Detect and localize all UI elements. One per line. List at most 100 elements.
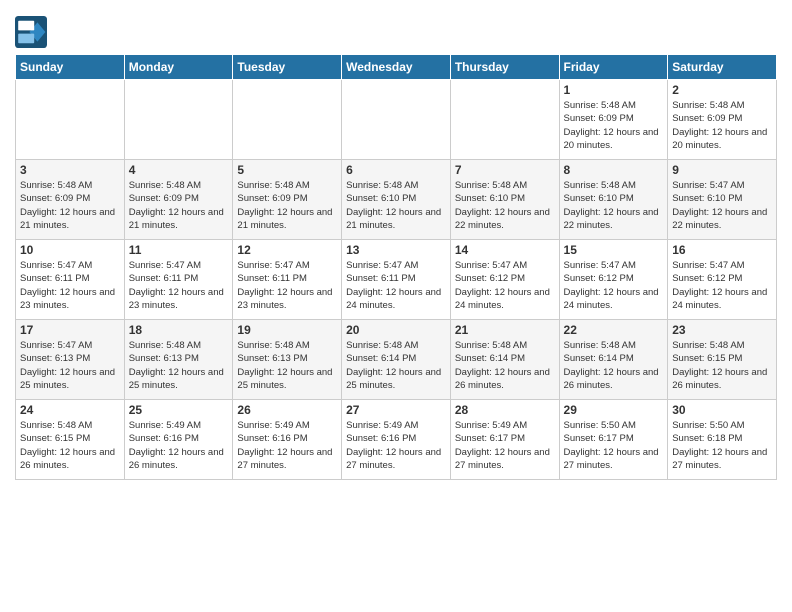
calendar-cell: 18 Sunrise: 5:48 AM Sunset: 6:13 PM Dayli… [124,320,233,400]
day-info: Sunrise: 5:47 AM Sunset: 6:13 PM Dayligh… [20,339,120,392]
calendar: SundayMondayTuesdayWednesdayThursdayFrid… [15,54,777,480]
calendar-cell: 29 Sunrise: 5:50 AM Sunset: 6:17 PM Dayli… [559,400,668,480]
calendar-header: SundayMondayTuesdayWednesdayThursdayFrid… [16,55,777,80]
calendar-cell: 13 Sunrise: 5:47 AM Sunset: 6:11 PM Dayli… [342,240,451,320]
day-number: 18 [129,323,229,337]
logo [15,16,51,48]
calendar-cell: 12 Sunrise: 5:47 AM Sunset: 6:11 PM Dayli… [233,240,342,320]
day-info: Sunrise: 5:48 AM Sunset: 6:09 PM Dayligh… [237,179,337,232]
calendar-cell: 7 Sunrise: 5:48 AM Sunset: 6:10 PM Daylig… [450,160,559,240]
calendar-week-row: 24 Sunrise: 5:48 AM Sunset: 6:15 PM Dayli… [16,400,777,480]
day-number: 9 [672,163,772,177]
weekday-header: Friday [559,55,668,80]
weekday-header: Tuesday [233,55,342,80]
day-number: 27 [346,403,446,417]
day-info: Sunrise: 5:48 AM Sunset: 6:09 PM Dayligh… [129,179,229,232]
calendar-cell [342,80,451,160]
day-info: Sunrise: 5:48 AM Sunset: 6:09 PM Dayligh… [672,99,772,152]
day-number: 12 [237,243,337,257]
day-info: Sunrise: 5:47 AM Sunset: 6:11 PM Dayligh… [346,259,446,312]
day-info: Sunrise: 5:48 AM Sunset: 6:14 PM Dayligh… [564,339,664,392]
calendar-cell: 19Sunrise: 5:48 AM Sunset: 6:13 PM Dayli… [233,320,342,400]
calendar-cell: 15 Sunrise: 5:47 AM Sunset: 6:12 PM Dayli… [559,240,668,320]
calendar-cell: 17 Sunrise: 5:47 AM Sunset: 6:13 PM Dayli… [16,320,125,400]
day-info: Sunrise: 5:50 AM Sunset: 6:18 PM Dayligh… [672,419,772,472]
day-number: 10 [20,243,120,257]
calendar-cell: 5 Sunrise: 5:48 AM Sunset: 6:09 PM Daylig… [233,160,342,240]
day-info: Sunrise: 5:48 AM Sunset: 6:14 PM Dayligh… [346,339,446,392]
weekday-header: Monday [124,55,233,80]
day-number: 3 [20,163,120,177]
day-info: Sunrise: 5:48 AM Sunset: 6:15 PM Dayligh… [20,419,120,472]
calendar-cell: 1Sunrise: 5:48 AM Sunset: 6:09 PM Daylig… [559,80,668,160]
calendar-cell [124,80,233,160]
calendar-cell: 21Sunrise: 5:48 AM Sunset: 6:14 PM Dayli… [450,320,559,400]
day-info: Sunrise: 5:47 AM Sunset: 6:11 PM Dayligh… [237,259,337,312]
calendar-cell: 4Sunrise: 5:48 AM Sunset: 6:09 PM Daylig… [124,160,233,240]
calendar-cell: 22 Sunrise: 5:48 AM Sunset: 6:14 PM Dayli… [559,320,668,400]
day-info: Sunrise: 5:49 AM Sunset: 6:16 PM Dayligh… [346,419,446,472]
calendar-week-row: 3 Sunrise: 5:48 AM Sunset: 6:09 PM Daylig… [16,160,777,240]
day-info: Sunrise: 5:47 AM Sunset: 6:12 PM Dayligh… [564,259,664,312]
calendar-cell: 28 Sunrise: 5:49 AM Sunset: 6:17 PM Dayli… [450,400,559,480]
weekday-header: Thursday [450,55,559,80]
weekday-row: SundayMondayTuesdayWednesdayThursdayFrid… [16,55,777,80]
day-info: Sunrise: 5:49 AM Sunset: 6:17 PM Dayligh… [455,419,555,472]
calendar-week-row: 17 Sunrise: 5:47 AM Sunset: 6:13 PM Dayli… [16,320,777,400]
day-info: Sunrise: 5:47 AM Sunset: 6:10 PM Dayligh… [672,179,772,232]
calendar-week-row: 10 Sunrise: 5:47 AM Sunset: 6:11 PM Dayli… [16,240,777,320]
day-info: Sunrise: 5:48 AM Sunset: 6:10 PM Dayligh… [564,179,664,232]
day-number: 13 [346,243,446,257]
day-number: 17 [20,323,120,337]
day-info: Sunrise: 5:47 AM Sunset: 6:11 PM Dayligh… [20,259,120,312]
calendar-cell: 10 Sunrise: 5:47 AM Sunset: 6:11 PM Dayli… [16,240,125,320]
calendar-cell: 16Sunrise: 5:47 AM Sunset: 6:12 PM Dayli… [668,240,777,320]
calendar-cell: 20 Sunrise: 5:48 AM Sunset: 6:14 PM Dayli… [342,320,451,400]
day-number: 8 [564,163,664,177]
calendar-cell [16,80,125,160]
calendar-cell: 23Sunrise: 5:48 AM Sunset: 6:15 PM Dayli… [668,320,777,400]
day-number: 11 [129,243,229,257]
weekday-header: Wednesday [342,55,451,80]
day-number: 29 [564,403,664,417]
day-info: Sunrise: 5:47 AM Sunset: 6:11 PM Dayligh… [129,259,229,312]
day-number: 30 [672,403,772,417]
day-info: Sunrise: 5:48 AM Sunset: 6:13 PM Dayligh… [237,339,337,392]
day-info: Sunrise: 5:48 AM Sunset: 6:09 PM Dayligh… [20,179,120,232]
calendar-cell: 6Sunrise: 5:48 AM Sunset: 6:10 PM Daylig… [342,160,451,240]
day-number: 5 [237,163,337,177]
day-info: Sunrise: 5:48 AM Sunset: 6:10 PM Dayligh… [346,179,446,232]
weekday-header: Saturday [668,55,777,80]
header [15,10,777,48]
day-number: 26 [237,403,337,417]
calendar-cell: 9 Sunrise: 5:47 AM Sunset: 6:10 PM Daylig… [668,160,777,240]
day-info: Sunrise: 5:47 AM Sunset: 6:12 PM Dayligh… [672,259,772,312]
day-number: 20 [346,323,446,337]
day-number: 28 [455,403,555,417]
day-info: Sunrise: 5:50 AM Sunset: 6:17 PM Dayligh… [564,419,664,472]
calendar-cell: 24 Sunrise: 5:48 AM Sunset: 6:15 PM Dayli… [16,400,125,480]
day-info: Sunrise: 5:48 AM Sunset: 6:10 PM Dayligh… [455,179,555,232]
day-number: 22 [564,323,664,337]
day-number: 14 [455,243,555,257]
day-info: Sunrise: 5:47 AM Sunset: 6:12 PM Dayligh… [455,259,555,312]
calendar-cell: 8 Sunrise: 5:48 AM Sunset: 6:10 PM Daylig… [559,160,668,240]
calendar-cell: 27 Sunrise: 5:49 AM Sunset: 6:16 PM Dayli… [342,400,451,480]
day-number: 25 [129,403,229,417]
day-number: 7 [455,163,555,177]
day-info: Sunrise: 5:48 AM Sunset: 6:14 PM Dayligh… [455,339,555,392]
day-info: Sunrise: 5:49 AM Sunset: 6:16 PM Dayligh… [237,419,337,472]
day-number: 15 [564,243,664,257]
calendar-week-row: 1Sunrise: 5:48 AM Sunset: 6:09 PM Daylig… [16,80,777,160]
calendar-cell: 11 Sunrise: 5:47 AM Sunset: 6:11 PM Dayli… [124,240,233,320]
day-info: Sunrise: 5:48 AM Sunset: 6:13 PM Dayligh… [129,339,229,392]
day-info: Sunrise: 5:49 AM Sunset: 6:16 PM Dayligh… [129,419,229,472]
calendar-cell: 2Sunrise: 5:48 AM Sunset: 6:09 PM Daylig… [668,80,777,160]
calendar-body: 1Sunrise: 5:48 AM Sunset: 6:09 PM Daylig… [16,80,777,480]
day-info: Sunrise: 5:48 AM Sunset: 6:09 PM Dayligh… [564,99,664,152]
calendar-cell: 14 Sunrise: 5:47 AM Sunset: 6:12 PM Dayli… [450,240,559,320]
calendar-cell: 25 Sunrise: 5:49 AM Sunset: 6:16 PM Dayli… [124,400,233,480]
day-number: 24 [20,403,120,417]
weekday-header: Sunday [16,55,125,80]
calendar-cell: 30 Sunrise: 5:50 AM Sunset: 6:18 PM Dayli… [668,400,777,480]
